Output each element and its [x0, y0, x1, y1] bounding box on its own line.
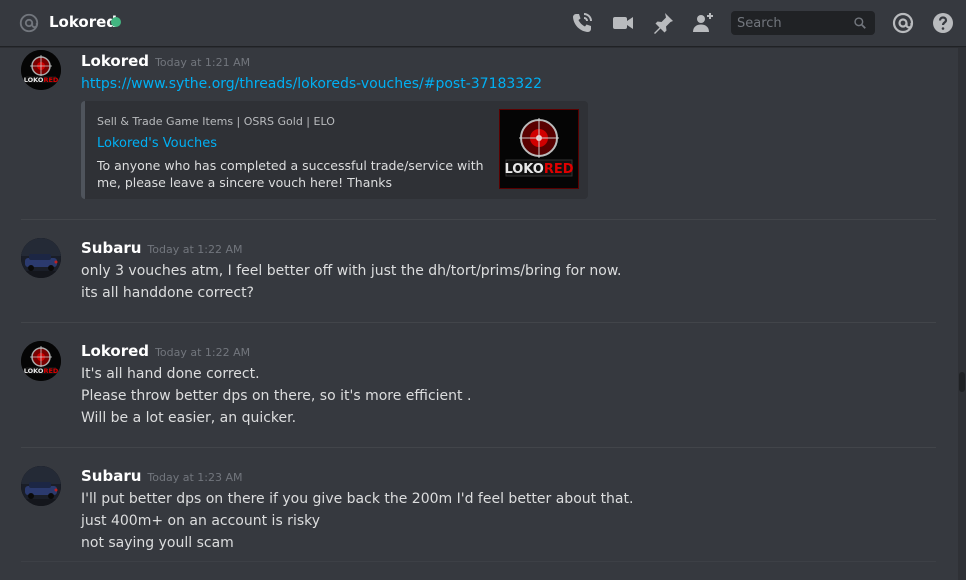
- mention-icon[interactable]: [891, 11, 915, 35]
- subaru-avatar-image: [21, 466, 61, 506]
- search-icon: [854, 17, 866, 29]
- help-icon[interactable]: [931, 11, 955, 35]
- message-author[interactable]: Lokored Today at 1:22 AM: [81, 342, 250, 360]
- message-line: I'll put better dps on there if you give…: [81, 491, 634, 507]
- avatar[interactable]: [21, 238, 61, 278]
- lokored-logo: LOKORED: [21, 341, 61, 381]
- scrollbar[interactable]: [958, 48, 966, 580]
- message-divider: [21, 322, 936, 323]
- message-divider: [21, 447, 936, 448]
- avatar[interactable]: LOKORED: [21, 50, 61, 90]
- svg-text:LOKORED: LOKORED: [504, 162, 573, 177]
- video-icon[interactable]: [611, 11, 635, 35]
- svg-text:LOKORED: LOKORED: [24, 76, 59, 84]
- channel-header: Lokored: [0, 0, 966, 47]
- message-line: Will be a lot easier, an quicker.: [81, 410, 297, 426]
- message-line: Please throw better dps on there, so it'…: [81, 388, 472, 404]
- add-friend-icon[interactable]: [691, 11, 715, 35]
- message-line: not saying youll scam: [81, 535, 234, 551]
- lokored-logo: LOKORED: [500, 110, 578, 188]
- search-box[interactable]: [731, 11, 875, 35]
- message-author[interactable]: Subaru Today at 1:22 AM: [81, 239, 243, 257]
- message-line: only 3 vouches atm, I feel better off wi…: [81, 263, 622, 279]
- message-timestamp: Today at 1:21 AM: [155, 56, 251, 69]
- message-divider: [21, 219, 936, 220]
- message-timestamp: Today at 1:22 AM: [147, 243, 243, 256]
- message-line: just 400m+ on an account is risky: [81, 513, 321, 529]
- lokored-logo: LOKORED: [21, 50, 61, 90]
- embed-provider: Sell & Trade Game Items | OSRS Gold | EL…: [97, 115, 335, 128]
- scrollbar-thumb[interactable]: [959, 372, 965, 392]
- status-indicator: [111, 17, 121, 27]
- message-link[interactable]: https://www.sythe.org/threads/lokoreds-v…: [81, 76, 542, 92]
- embed-title[interactable]: Lokored's Vouches: [97, 136, 217, 151]
- embed-thumbnail[interactable]: LOKORED: [499, 109, 579, 189]
- message-group: LOKORED Lokored Today at 1:22 AM It's all…: [0, 339, 958, 454]
- message-timestamp: Today at 1:23 AM: [147, 471, 243, 484]
- embed-description: To anyone who has completed a successful…: [97, 158, 484, 190]
- message-line: https://www.sythe.org/threads/lokoreds-v…: [81, 76, 542, 92]
- search-input[interactable]: [731, 11, 849, 35]
- message-author[interactable]: Subaru Today at 1:23 AM: [81, 467, 243, 485]
- link-embed: Sell & Trade Game Items | OSRS Gold | EL…: [81, 101, 588, 199]
- channel-title: Lokored: [49, 13, 118, 31]
- subaru-avatar-image: [21, 238, 61, 278]
- composer-divider: [21, 561, 936, 562]
- message-timestamp: Today at 1:22 AM: [155, 346, 251, 359]
- message-line: its all handdone correct?: [81, 285, 254, 301]
- message-group: Subaru Today at 1:22 AM only 3 vouches at…: [0, 236, 958, 326]
- avatar[interactable]: LOKORED: [21, 341, 61, 381]
- message-author[interactable]: Lokored Today at 1:21 AM: [81, 52, 250, 70]
- svg-text:LOKORED: LOKORED: [24, 367, 59, 375]
- at-icon: [19, 13, 39, 33]
- message-group: LOKORED Lokored Today at 1:21 AM https://…: [0, 48, 958, 220]
- message-line: It's all hand done correct.: [81, 366, 260, 382]
- message-group: Subaru Today at 1:23 AM I'll put better d…: [0, 464, 958, 580]
- message-list[interactable]: LOKORED Lokored Today at 1:21 AM https://…: [0, 48, 958, 580]
- pin-icon[interactable]: [651, 11, 675, 35]
- avatar[interactable]: [21, 466, 61, 506]
- call-icon[interactable]: [570, 11, 594, 35]
